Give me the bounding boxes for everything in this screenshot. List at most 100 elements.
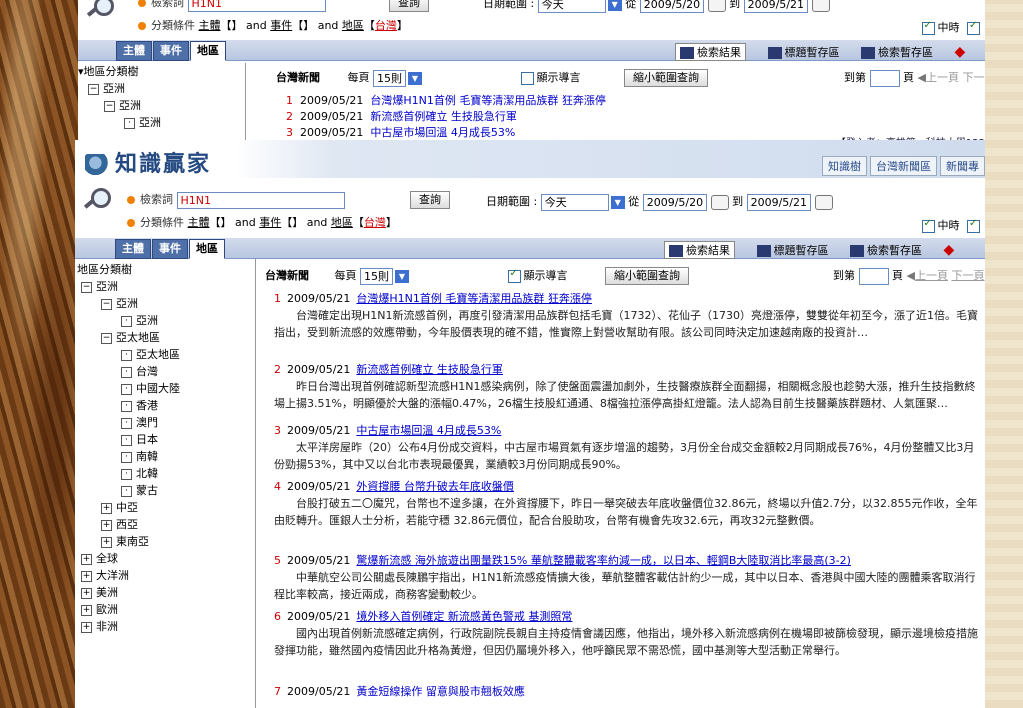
tree-node[interactable]: + 西亞 [77,516,180,533]
item-title-link[interactable]: 驚爆新流感 海外旅遊出團量跌15% 華航整體載客率約減一成，以日本、輕鋼B大陸取… [356,554,851,567]
tree-node[interactable]: + 非洲 [77,618,180,635]
tree-node[interactable]: + 中亞 [77,499,180,516]
expand-icon[interactable]: + [81,587,92,599]
tree-node[interactable]: + 全球 [77,550,180,567]
back-source-check[interactable]: 中時 [921,19,984,35]
next-link[interactable]: 下一 [962,71,984,84]
tree-node[interactable]: · 台灣 [77,363,180,380]
tab-search-results[interactable]: 檢索結果 [664,241,735,259]
expand-icon[interactable]: + [81,570,92,582]
back-cond-subject[interactable]: 主體 [199,19,221,32]
page-input[interactable] [869,69,900,87]
tab-search-results[interactable]: 檢索結果 [675,43,746,61]
collapse-icon[interactable]: − [101,332,112,344]
nav-taiwan-news[interactable]: 台灣新聞區 [870,156,937,176]
tree-node[interactable]: · 日本 [77,431,180,448]
cond-event[interactable]: 事件 [259,216,281,229]
nav-knowledge-tree[interactable]: 知識樹 [822,156,867,176]
expand-icon[interactable]: + [101,502,112,514]
tree-node[interactable]: · 亞太地區 [77,346,180,363]
date-select[interactable]: 今天 [540,193,609,211]
tab-search-store[interactable]: 檢索暫存區 [861,44,933,60]
leaf-icon[interactable]: · [121,349,132,361]
calendar-icon[interactable] [814,194,833,210]
prev-arrow-icon[interactable]: ◀ [907,269,915,282]
checkbox-icon[interactable] [921,20,935,35]
list-item[interactable]: 3 2009/05/21 中古屋市場回溫 4月成長53% [286,125,606,141]
calendar-icon[interactable] [811,0,830,12]
item-title-link[interactable]: 台灣爆H1N1首例 毛寶等清潔用品族群 狂奔漲停 [356,292,592,305]
leaf-icon[interactable]: · [121,434,132,446]
calendar-icon[interactable] [710,194,729,210]
collapse-icon[interactable]: − [81,281,92,293]
cond-subject[interactable]: 主體 [188,216,210,229]
checkbox-icon[interactable] [967,20,980,35]
list-item[interactable]: 1 2009/05/21 台灣爆H1N1首例 毛寶等清潔用品族群 狂奔漲停 [286,93,606,109]
tree-node[interactable]: · 香港 [77,397,180,414]
per-page-select[interactable]: 15則 [373,69,406,87]
tab-title-store[interactable]: 標題暫存區 [767,44,840,60]
source-check[interactable]: 中時 [921,217,984,233]
leaf-icon[interactable]: · [121,451,132,463]
tab-region[interactable]: 地區 [190,41,226,61]
expand-icon[interactable]: + [101,519,112,531]
back-search-input[interactable]: H1N1 [187,0,326,12]
search-input[interactable]: H1N1 [176,191,345,209]
checkbox-icon[interactable] [967,218,980,233]
cond-region-value[interactable]: 台灣 [364,216,386,229]
expand-icon[interactable]: + [81,553,92,565]
item-title[interactable]: 中古屋市場回溫 4月成長53% [370,126,515,139]
leaf-icon[interactable]: · [121,366,132,378]
calendar-icon[interactable] [707,0,726,12]
tree-node[interactable]: − 亞太地區 [77,329,180,346]
tree-node[interactable]: + 大洋洲 [77,567,180,584]
tree-node[interactable]: · 亞洲 [78,114,161,131]
back-query-button[interactable]: 查詢 [389,0,429,12]
leaf-icon[interactable]: · [121,315,132,327]
per-page-select[interactable]: 15則 [360,267,393,285]
book-icon[interactable]: ◆ [955,44,966,60]
expand-icon[interactable]: + [81,621,92,633]
narrow-button[interactable]: 縮小範圍查詢 [605,267,689,285]
collapse-icon[interactable]: − [101,298,112,310]
leaf-icon[interactable]: · [121,417,132,429]
back-cond-event[interactable]: 事件 [270,19,292,32]
tree-node[interactable]: − 亞洲 [78,97,161,114]
checkbox-icon[interactable] [507,268,521,283]
tab-region[interactable]: 地區 [189,239,225,259]
tree-node[interactable]: + 歐洲 [77,601,180,618]
back-cond-region[interactable]: 地區 [342,19,364,32]
chevron-down-icon[interactable]: ▼ [610,195,625,209]
tree-node[interactable]: · 蒙古 [77,482,180,499]
item-title[interactable]: 台灣爆H1N1首例 毛寶等清潔用品族群 狂奔漲停 [370,94,606,107]
item-title-link[interactable]: 中古屋市場回溫 4月成長53% [356,424,501,437]
narrow-button[interactable]: 縮小範圍查詢 [624,69,708,87]
tree-node[interactable]: · 澳門 [77,414,180,431]
tree-node[interactable]: · 中國大陸 [77,380,180,397]
tree-node[interactable]: + 東南亞 [77,533,180,550]
prev-link[interactable]: 上一頁 [915,269,948,282]
page-input[interactable] [858,267,889,285]
date-from-input[interactable]: 2009/5/20 [642,193,708,211]
tab-event[interactable]: 事件 [152,239,188,259]
checkbox-icon[interactable] [921,218,935,233]
item-title-link[interactable]: 境外移入首例確定 新流感黃色警戒 基測照常 [356,610,572,623]
query-button[interactable]: 查詢 [410,191,450,209]
chevron-down-icon[interactable]: ▼ [408,71,422,85]
book-icon[interactable]: ◆ [944,242,955,258]
leaf-icon[interactable]: · [124,117,135,129]
collapse-icon[interactable]: − [88,83,99,95]
chevron-down-icon[interactable]: ▼ [395,269,409,283]
item-title-link[interactable]: 外資撐腰 台幣升破去年底收盤價 [356,480,514,493]
tab-event[interactable]: 事件 [153,41,189,61]
back-date-to-input[interactable]: 2009/5/21 [743,0,809,13]
collapse-icon[interactable]: − [104,100,115,112]
cond-region[interactable]: 地區 [331,216,353,229]
leaf-icon[interactable]: · [121,383,132,395]
tree-node[interactable]: · 亞洲 [77,312,180,329]
tree-node[interactable]: + 美洲 [77,584,180,601]
item-title[interactable]: 新流感首例確立 生技股急行軍 [370,110,517,123]
back-date-select[interactable]: 今天 [537,0,606,13]
tree-node[interactable]: − 亞洲 [77,278,180,295]
tab-search-store[interactable]: 檢索暫存區 [850,242,922,258]
